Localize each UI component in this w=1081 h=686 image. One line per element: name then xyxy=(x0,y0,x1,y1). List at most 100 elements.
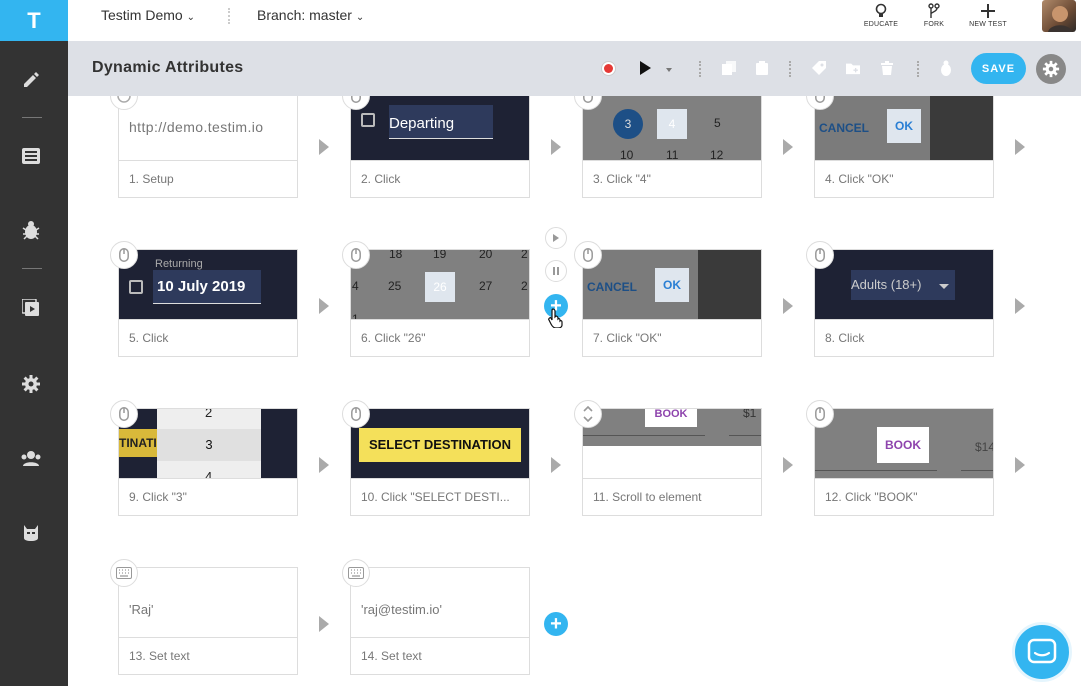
mouse-icon xyxy=(806,241,834,269)
step-preview-text: OK xyxy=(655,268,689,302)
step-preview: 'Raj' xyxy=(119,568,297,637)
calendar-day: 4 xyxy=(352,279,359,293)
step-preview-text: 4 xyxy=(657,109,687,139)
step-card[interactable]: 'Raj' 13. Set text xyxy=(118,567,298,675)
step-card[interactable]: BOOK $14 12. Click "BOOK" xyxy=(814,408,994,516)
tag-icon xyxy=(812,61,826,75)
settings-icon[interactable] xyxy=(19,372,43,396)
breakpoint-button[interactable] xyxy=(545,260,567,282)
step-preview: BOOK $14 xyxy=(815,409,993,478)
step-preview: TINATI 2 3 4 xyxy=(119,409,297,478)
debug-button[interactable] xyxy=(939,60,953,76)
bug-icon[interactable] xyxy=(19,218,43,242)
sidebar-divider xyxy=(22,268,42,269)
play-from-here-button[interactable] xyxy=(545,227,567,249)
educate-button[interactable]: EDUCATE xyxy=(856,3,906,28)
calendar-day: 1 xyxy=(352,312,359,319)
step-card[interactable]: http://demo.testim.io 1. Setup xyxy=(118,96,298,198)
test-title: Dynamic Attributes xyxy=(92,59,244,76)
step-connector-arrow xyxy=(319,298,329,314)
step-label: 14. Set text xyxy=(351,637,529,675)
calendar-icon xyxy=(361,113,375,127)
step-preview: Returning 10 July 2019 xyxy=(119,250,297,319)
calendar-day: 5 xyxy=(714,116,721,130)
list-icon[interactable] xyxy=(19,144,43,168)
step-connector-arrow xyxy=(1015,298,1025,314)
step-card[interactable]: 'raj@testim.io' 14. Set text xyxy=(350,567,530,675)
step-preview-text: BOOK xyxy=(877,427,929,463)
step-label: 8. Click xyxy=(815,319,993,357)
mouse-icon xyxy=(110,400,138,428)
step-card[interactable]: Returning 10 July 2019 5. Click xyxy=(118,249,298,357)
calendar-day: 11 xyxy=(666,148,679,160)
step-preview: 'raj@testim.io' xyxy=(351,568,529,637)
users-icon[interactable] xyxy=(19,446,43,470)
calendar-icon xyxy=(129,280,143,294)
divider xyxy=(699,61,701,77)
clipboard-icon xyxy=(756,61,768,75)
divider xyxy=(228,8,230,24)
mouse-icon xyxy=(342,400,370,428)
calendar-day: 12 xyxy=(710,148,724,160)
add-group-button[interactable] xyxy=(846,61,860,75)
step-preview: 18 19 20 2 4 25 26 27 2 1 xyxy=(351,250,529,319)
calendar-day: 10 xyxy=(620,148,634,160)
branch-selector[interactable]: Branch: master ⌄ xyxy=(257,7,364,23)
play-button[interactable] xyxy=(638,61,652,75)
fork-button[interactable]: FORK xyxy=(909,3,959,28)
step-preview-text: Departing xyxy=(389,105,493,139)
play-options-dropdown[interactable] xyxy=(662,63,676,77)
bug-icon xyxy=(941,60,951,76)
calendar-day: 2 xyxy=(521,279,528,293)
test-settings-button[interactable] xyxy=(1036,54,1066,84)
play-icon xyxy=(553,234,559,242)
tag-button[interactable] xyxy=(812,61,826,75)
sidebar-divider xyxy=(22,117,42,118)
copy-button[interactable] xyxy=(722,61,736,75)
sidebar xyxy=(0,41,68,686)
delete-button[interactable] xyxy=(880,61,894,75)
step-label: 3. Click "4" xyxy=(583,160,761,198)
step-preview-text: 26 xyxy=(425,272,455,302)
step-label: 7. Click "OK" xyxy=(583,319,761,357)
pencil-icon[interactable] xyxy=(19,67,43,91)
record-button[interactable] xyxy=(601,61,615,75)
add-step-button[interactable]: + xyxy=(544,612,568,636)
test-steps-canvas: http://demo.testim.io 1. Setup Departing… xyxy=(68,96,1081,686)
chat-launcher-button[interactable] xyxy=(1012,622,1072,682)
batman-icon[interactable] xyxy=(19,521,43,545)
step-card[interactable]: SELECT DESTINATION 10. Click "SELECT DES… xyxy=(350,408,530,516)
step-card[interactable]: Adults (18+) 8. Click xyxy=(814,249,994,357)
step-card[interactable]: 18 19 20 2 4 25 26 27 2 1 6. Click "26" xyxy=(350,249,530,357)
step-connector-arrow xyxy=(1015,139,1025,155)
new-test-button[interactable]: NEW TEST xyxy=(963,3,1013,28)
paste-button[interactable] xyxy=(755,61,769,75)
step-card[interactable]: CANCEL OK 4. Click "OK" xyxy=(814,96,994,198)
calendar-day: 27 xyxy=(479,279,493,293)
step-connector-arrow xyxy=(783,298,793,314)
mouse-icon xyxy=(110,241,138,269)
step-card[interactable]: 3 4 5 10 11 12 3. Click "4" xyxy=(582,96,762,198)
step-preview-text: 'raj@testim.io' xyxy=(361,602,443,617)
record-icon xyxy=(601,61,615,75)
underline xyxy=(815,470,937,471)
underline xyxy=(961,470,993,471)
returning-label: Returning xyxy=(155,258,203,270)
calendar-day: 20 xyxy=(479,250,493,261)
fork-label: FORK xyxy=(923,21,945,28)
save-button[interactable]: SAVE xyxy=(971,53,1026,84)
step-preview: SELECT DESTINATION xyxy=(351,409,529,478)
project-selector[interactable]: Testim Demo ⌄ xyxy=(101,7,195,23)
suite-play-icon[interactable] xyxy=(19,296,43,320)
step-card[interactable]: TINATI 2 3 4 9. Click "3" xyxy=(118,408,298,516)
step-card[interactable]: CANCEL OK 7. Click "OK" xyxy=(582,249,762,357)
plus-icon xyxy=(981,4,995,18)
testim-logo[interactable]: T xyxy=(0,0,68,41)
step-card[interactable]: Departing 2. Click xyxy=(350,96,530,198)
step-card[interactable]: BOOK $1 11. Scroll to element xyxy=(582,408,762,516)
user-avatar[interactable] xyxy=(1042,0,1076,32)
calendar-day: 19 xyxy=(433,250,447,261)
caret-down-icon xyxy=(939,284,949,289)
step-connector-arrow xyxy=(783,457,793,473)
price-fragment: $14 xyxy=(975,440,993,454)
